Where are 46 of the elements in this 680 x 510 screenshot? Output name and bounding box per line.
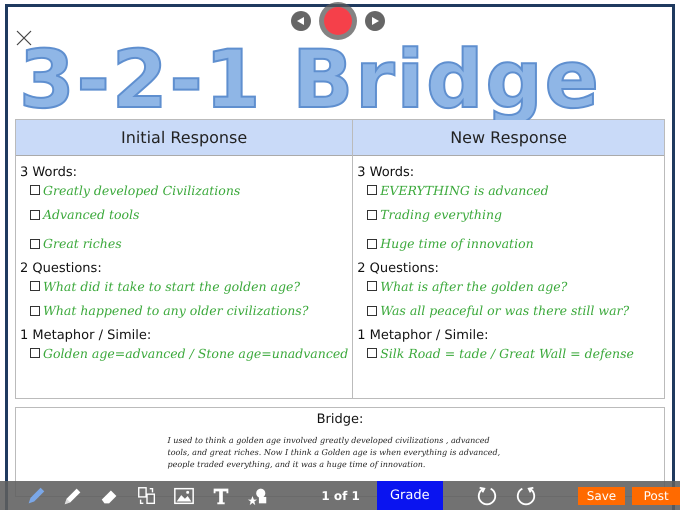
close-icon[interactable] [16, 30, 32, 46]
handwritten-answer: What happened to any older civilizations? [43, 303, 308, 318]
checkbox[interactable] [367, 210, 378, 220]
checkbox[interactable] [367, 238, 378, 248]
handwritten-answer: Was all peaceful or was there still war? [380, 303, 630, 318]
checkbox[interactable] [30, 185, 40, 195]
section-label: 3 Words: [357, 165, 416, 180]
post-button[interactable]: Post [632, 486, 680, 504]
bridge-paragraph: I used to think a golden age involved greatly developed civilizations , advanced tools, and great riches. Now I think a Golden age is when everything is advanced, people traded everything, and it was a huge time of innovation. [168, 435, 502, 471]
section-label: 2 Questions: [357, 261, 440, 276]
checkbox[interactable] [30, 348, 40, 358]
page-indicator: 1 of 1 [321, 488, 361, 502]
checkbox[interactable] [30, 281, 40, 291]
handwritten-answer: EVERYTHING is advanced [380, 182, 549, 198]
checkbox[interactable] [30, 306, 40, 316]
handwritten-answer: Greatly developed Civilizations [43, 182, 240, 198]
handwritten-answer: Silk Road = tade / Great Wall = defense [380, 346, 634, 360]
bridge-heading: Bridge: [316, 412, 364, 427]
checkbox[interactable] [30, 238, 40, 248]
record-button[interactable] [319, 2, 357, 40]
checkbox[interactable] [367, 306, 378, 316]
handwritten-answer: Huge time of innovation [380, 236, 534, 251]
section-label: 2 Questions: [20, 261, 103, 276]
column-header: New Response [353, 120, 664, 156]
handwritten-answer: Great riches [43, 236, 122, 251]
section-label: 1 Metaphor / Simile: [20, 328, 152, 343]
checkbox[interactable] [367, 348, 378, 358]
handwritten-answer: What is after the golden age? [380, 278, 568, 294]
undo-icon[interactable] [476, 484, 498, 506]
next-icon[interactable] [365, 11, 385, 31]
handwritten-answer: Advanced tools [43, 207, 140, 222]
page-swap-icon[interactable] [136, 484, 158, 506]
redo-icon[interactable] [514, 484, 537, 506]
checkbox[interactable] [30, 210, 40, 220]
section-label: 3 Words: [20, 165, 78, 180]
save-button[interactable]: Save [578, 486, 626, 504]
section-label: 1 Metaphor / Simile: [357, 328, 490, 343]
checkbox[interactable] [367, 281, 378, 291]
checkbox[interactable] [367, 185, 378, 195]
handwritten-answer: What did it take to start the golden age? [43, 278, 300, 294]
previous-icon[interactable] [291, 11, 311, 31]
handwritten-answer: Golden age=advanced / Stone age=unadvanced [43, 346, 348, 360]
grade-button[interactable]: Grade [376, 481, 443, 510]
worksheet-title: 3-2-1 Bridge [19, 41, 601, 119]
handwritten-answer: Trading everything [380, 207, 502, 222]
column-header: Initial Response [16, 120, 352, 156]
